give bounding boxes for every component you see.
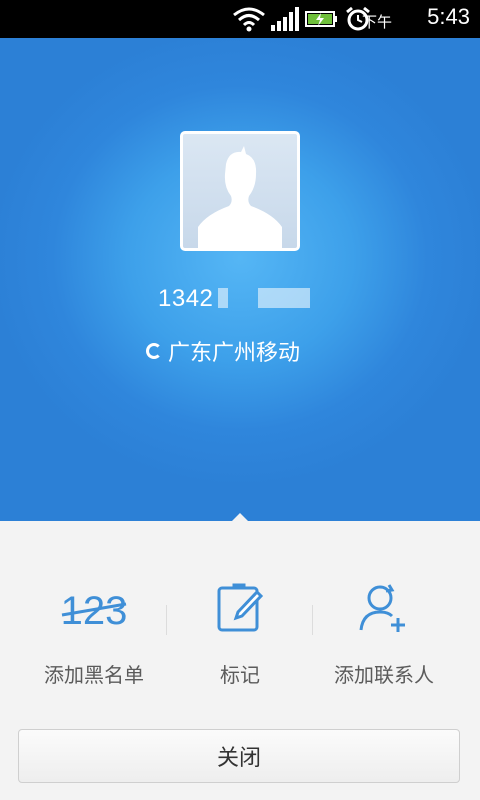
add-to-blacklist-button[interactable]: 123 添加黑名单	[14, 560, 174, 700]
caller-location: 广东广州移动	[146, 335, 300, 367]
pointer-arrow	[232, 513, 248, 521]
mark-label: 标记	[220, 663, 260, 687]
add-contact-icon	[359, 584, 405, 632]
close-button[interactable]: 关闭	[18, 729, 460, 783]
status-time: 5:43	[427, 4, 470, 29]
default-person-icon	[198, 146, 282, 248]
add-to-blacklist-label: 添加黑名单	[44, 663, 144, 687]
caller-phone-number: 1342	[158, 285, 214, 312]
edit-mark-icon	[217, 583, 264, 632]
signal-icon	[271, 7, 299, 31]
redacted-digits	[258, 288, 310, 308]
mark-button[interactable]: 标记	[160, 560, 320, 700]
add-contact-button[interactable]: 添加联系人	[304, 560, 464, 700]
blocklist-123-icon: 123	[61, 589, 128, 633]
battery-icon	[305, 11, 337, 27]
caller-header: 1342 广东广州移动	[0, 38, 480, 521]
avatar	[180, 131, 300, 251]
caller-location-text: 广东广州移动	[168, 341, 301, 366]
add-contact-label: 添加联系人	[334, 663, 434, 687]
action-row: 123 添加黑名单 标记 添加联系人	[0, 560, 480, 700]
close-button-label: 关闭	[216, 746, 261, 771]
wifi-icon	[233, 7, 265, 32]
carrier-icon	[146, 343, 162, 359]
status-ampm: 下午	[361, 13, 392, 31]
redacted-digits	[218, 288, 228, 308]
status-bar: 下午 5:43	[0, 0, 480, 38]
